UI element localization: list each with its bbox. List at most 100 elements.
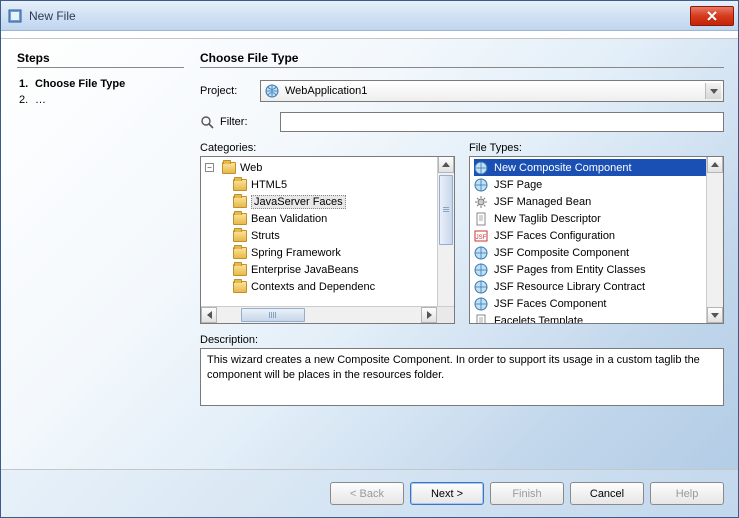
category-item[interactable]: − Web <box>205 159 454 176</box>
app-icon <box>7 8 23 24</box>
filetype-label: JSF Faces Configuration <box>492 230 617 242</box>
document-icon <box>474 314 488 325</box>
category-label: JavaServer Faces <box>251 195 346 209</box>
magnifier-icon <box>200 115 214 129</box>
filetypes-label: File Types: <box>469 142 724 154</box>
filetype-label: JSF Page <box>492 179 544 191</box>
folder-icon <box>233 196 247 208</box>
filetype-item[interactable]: New Taglib Descriptor <box>474 210 723 227</box>
category-label: Bean Validation <box>251 213 327 225</box>
scroll-down-button[interactable] <box>707 307 723 323</box>
categories-column: Categories: − Web HTML5 JavaServer Faces Bea… <box>200 142 455 324</box>
project-value: WebApplication1 <box>285 85 367 97</box>
folder-icon <box>233 247 247 259</box>
category-label: Web <box>240 162 262 174</box>
scroll-up-button[interactable] <box>438 157 454 173</box>
scroll-thumb[interactable] <box>439 175 453 245</box>
filter-input[interactable] <box>280 112 724 132</box>
filter-row: Filter: <box>200 112 724 132</box>
scrollbar-vertical[interactable] <box>706 157 723 323</box>
description-label: Description: <box>200 334 258 346</box>
filetype-label: New Composite Component <box>492 162 634 174</box>
globe-icon <box>265 84 279 98</box>
globe-icon <box>474 161 488 175</box>
titlebar-strip <box>1 31 738 39</box>
globe-icon <box>474 297 488 311</box>
main-panel: Choose File Type Project: WebApplication… <box>196 39 738 469</box>
steps-panel: Steps 1.Choose File Type 2.… <box>1 39 196 469</box>
dropdown-arrow-icon[interactable] <box>705 83 721 99</box>
steps-heading: Steps <box>17 51 184 68</box>
filetype-label: JSF Pages from Entity Classes <box>492 264 648 276</box>
close-button[interactable] <box>690 6 734 26</box>
tree-toggle-icon[interactable]: − <box>205 163 214 172</box>
close-icon <box>706 11 718 21</box>
category-item[interactable]: JavaServer Faces <box>205 193 454 210</box>
project-label: Project: <box>200 85 254 97</box>
description-block: Description: This wizard creates a new C… <box>200 334 724 406</box>
step-item: 2.… <box>17 92 184 108</box>
scroll-up-button[interactable] <box>707 157 723 173</box>
cancel-button[interactable]: Cancel <box>570 482 644 505</box>
button-bar: < Back Next > Finish Cancel Help <box>1 469 738 517</box>
folder-icon <box>233 213 247 225</box>
jsf-icon: JSF <box>474 229 488 243</box>
globe-icon <box>474 263 488 277</box>
filetype-item[interactable]: Facelets Template <box>474 312 723 324</box>
categories-listbox[interactable]: − Web HTML5 JavaServer Faces Bean Validation… <box>200 156 455 324</box>
description-textbox: This wizard creates a new Composite Comp… <box>200 348 724 406</box>
folder-icon <box>233 179 247 191</box>
category-label: Enterprise JavaBeans <box>251 264 359 276</box>
category-label: Spring Framework <box>251 247 341 259</box>
filetype-item[interactable]: JSF Composite Component <box>474 244 723 261</box>
filetype-item[interactable]: JSF Pages from Entity Classes <box>474 261 723 278</box>
help-button[interactable]: Help <box>650 482 724 505</box>
finish-button[interactable]: Finish <box>490 482 564 505</box>
main-heading: Choose File Type <box>200 51 724 68</box>
next-button[interactable]: Next > <box>410 482 484 505</box>
svg-text:JSF: JSF <box>476 235 487 241</box>
scrollbar-vertical[interactable] <box>437 157 454 306</box>
step-item: 1.Choose File Type <box>17 76 184 92</box>
filetype-label: New Taglib Descriptor <box>492 213 603 225</box>
lists-row: Categories: − Web HTML5 JavaServer Faces Bea… <box>200 142 724 324</box>
back-button[interactable]: < Back <box>330 482 404 505</box>
filetypes-column: File Types: New Composite Component JSF P… <box>469 142 724 324</box>
category-item[interactable]: HTML5 <box>205 176 454 193</box>
steps-list: 1.Choose File Type 2.… <box>17 76 184 108</box>
category-item[interactable]: Spring Framework <box>205 244 454 261</box>
project-select[interactable]: WebApplication1 <box>260 80 724 102</box>
filetype-item[interactable]: JSF JSF Faces Configuration <box>474 227 723 244</box>
categories-label: Categories: <box>200 142 455 154</box>
filetype-label: JSF Resource Library Contract <box>492 281 647 293</box>
filetype-label: JSF Composite Component <box>492 247 631 259</box>
filetype-item[interactable]: JSF Managed Bean <box>474 193 723 210</box>
folder-icon <box>233 264 247 276</box>
scrollbar-horizontal[interactable] <box>201 306 454 323</box>
scroll-thumb-h[interactable] <box>241 308 305 322</box>
titlebar[interactable]: New File <box>1 1 738 31</box>
category-label: HTML5 <box>251 179 287 191</box>
filter-label: Filter: <box>220 116 274 128</box>
project-row: Project: WebApplication1 <box>200 80 724 102</box>
filetype-item[interactable]: JSF Page <box>474 176 723 193</box>
filetypes-listbox[interactable]: New Composite Component JSF Page JSF Manag… <box>469 156 724 324</box>
category-item[interactable]: Struts <box>205 227 454 244</box>
globe-icon <box>474 178 488 192</box>
document-icon <box>474 212 488 226</box>
new-file-dialog: New File Steps 1.Choose File Type 2.… Ch… <box>0 0 739 518</box>
category-label: Contexts and Dependenc <box>251 281 375 293</box>
scroll-right-button[interactable] <box>421 307 437 323</box>
filetype-label: JSF Managed Bean <box>492 196 593 208</box>
filetype-label: JSF Faces Component <box>492 298 609 310</box>
filetype-item[interactable]: New Composite Component <box>474 159 723 176</box>
category-item[interactable]: Enterprise JavaBeans <box>205 261 454 278</box>
globe-icon <box>474 280 488 294</box>
scroll-left-button[interactable] <box>201 307 217 323</box>
filetype-item[interactable]: JSF Faces Component <box>474 295 723 312</box>
window-title: New File <box>29 9 690 23</box>
category-item[interactable]: Contexts and Dependenc <box>205 278 454 295</box>
folder-icon <box>222 162 236 174</box>
filetype-item[interactable]: JSF Resource Library Contract <box>474 278 723 295</box>
category-item[interactable]: Bean Validation <box>205 210 454 227</box>
